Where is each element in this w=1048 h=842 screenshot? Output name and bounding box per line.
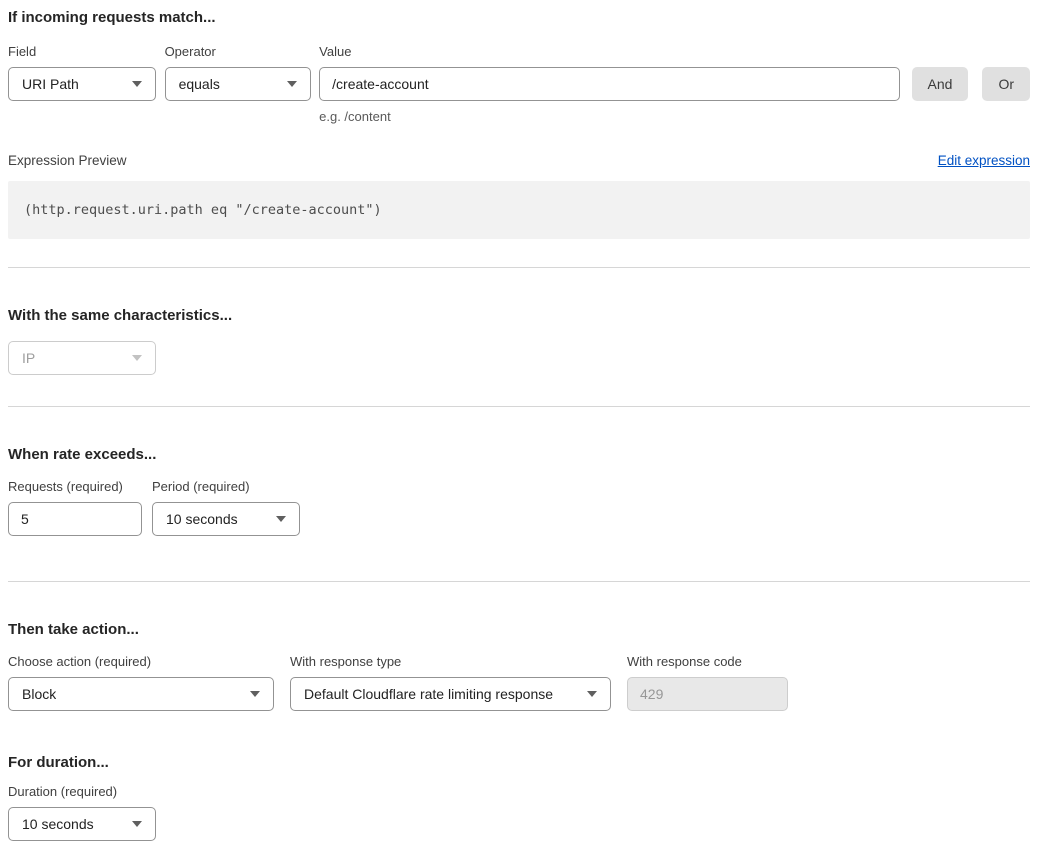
chevron-down-icon [132,355,142,361]
section-title-action: Then take action... [8,619,1030,641]
requests-label: Requests (required) [8,477,142,497]
section-title-incoming-requests: If incoming requests match... [8,7,1030,29]
chevron-down-icon [287,81,297,87]
value-input[interactable] [319,67,899,101]
or-button[interactable]: Or [982,67,1030,101]
logic-buttons: And Or [900,67,1030,101]
period-select[interactable]: 10 seconds [152,502,300,536]
match-expression-row: Field URI Path Operator equals Value e.g… [8,42,1030,127]
response-type-select-value: Default Cloudflare rate limiting respons… [304,686,553,702]
field-select[interactable]: URI Path [8,67,156,101]
field-group-requests: Requests (required) [8,477,142,536]
field-select-value: URI Path [22,76,79,92]
field-group-field: Field URI Path [8,42,156,101]
duration-label: Duration (required) [8,782,156,802]
expression-preview-code: (http.request.uri.path eq "/create-accou… [24,202,382,218]
section-title-characteristics: With the same characteristics... [8,305,1030,327]
period-select-value: 10 seconds [166,511,238,527]
characteristic-select-value: IP [22,350,35,366]
expression-preview-header: Expression Preview Edit expression [8,151,1030,171]
field-group-response-code: With response code [627,652,788,711]
choose-action-select[interactable]: Block [8,677,274,711]
duration-select[interactable]: 10 seconds [8,807,156,841]
characteristic-select: IP [8,341,156,375]
chevron-down-icon [276,516,286,522]
chevron-down-icon [132,81,142,87]
requests-input[interactable] [8,502,142,536]
chevron-down-icon [587,691,597,697]
field-group-value: Value e.g. /content [319,42,899,127]
field-group-duration: Duration (required) 10 seconds [8,782,156,841]
operator-label: Operator [165,42,312,62]
section-divider [8,267,1030,268]
chevron-down-icon [250,691,260,697]
choose-action-label: Choose action (required) [8,652,274,672]
value-hint: e.g. /content [319,107,899,127]
chevron-down-icon [132,821,142,827]
response-code-input [627,677,788,711]
field-group-choose-action: Choose action (required) Block [8,652,274,711]
period-label: Period (required) [152,477,300,497]
field-label: Field [8,42,156,62]
field-group-operator: Operator equals [165,42,312,101]
rate-row: Requests (required) Period (required) 10… [8,477,1030,536]
duration-select-value: 10 seconds [22,816,94,832]
section-divider [8,406,1030,407]
expression-preview-label: Expression Preview [8,151,127,171]
rate-limiting-rule-form: If incoming requests match... Field URI … [0,0,1048,842]
edit-expression-link[interactable]: Edit expression [938,151,1030,171]
field-group-response-type: With response type Default Cloudflare ra… [290,652,611,711]
and-button[interactable]: And [912,67,969,101]
response-type-select[interactable]: Default Cloudflare rate limiting respons… [290,677,611,711]
section-title-duration: For duration... [8,752,1030,774]
choose-action-select-value: Block [22,686,56,702]
expression-preview-code-block: (http.request.uri.path eq "/create-accou… [8,181,1030,239]
section-divider [8,581,1030,582]
operator-select[interactable]: equals [165,67,312,101]
value-label: Value [319,42,899,62]
response-code-label: With response code [627,652,788,672]
operator-select-value: equals [179,76,220,92]
response-type-label: With response type [290,652,611,672]
field-group-period: Period (required) 10 seconds [152,477,300,536]
action-row: Choose action (required) Block With resp… [8,652,1030,711]
section-title-rate: When rate exceeds... [8,444,1030,466]
